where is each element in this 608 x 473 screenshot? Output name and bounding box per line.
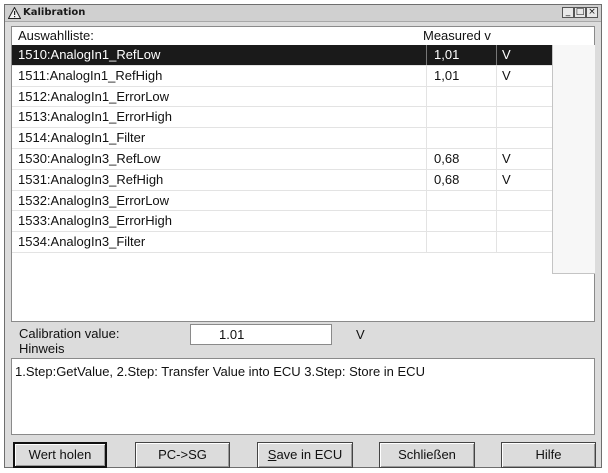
pc-to-sg-button[interactable]: PC->SG <box>135 442 230 468</box>
list-header-name: Auswahlliste: <box>18 28 94 43</box>
hint-label: Hinweis <box>19 341 65 356</box>
list-side-column <box>552 45 595 274</box>
list-item-unit: V <box>502 67 511 83</box>
column-divider <box>426 211 427 232</box>
save-label-rest: ave in ECU <box>276 447 343 462</box>
close-window-button[interactable]: × <box>586 7 598 18</box>
hint-text: 1.Step:GetValue, 2.Step: Transfer Value … <box>15 364 425 379</box>
list-item[interactable]: 1511:AnalogIn1_RefHigh 1,01 V <box>12 65 552 87</box>
list-item-name: 1511:AnalogIn1_RefHigh <box>18 67 163 83</box>
list-item-name: 1532:AnalogIn3_ErrorLow <box>18 192 170 208</box>
get-value-label: Wert holen <box>28 447 92 462</box>
column-divider <box>496 190 497 211</box>
column-divider <box>496 169 497 190</box>
list-item-measured-value: 1,01 <box>434 67 460 83</box>
column-divider <box>496 107 497 128</box>
list-item[interactable]: 1530:AnalogIn3_RefLow 0,68 V <box>12 148 552 170</box>
list-item[interactable]: 1512:AnalogIn1_ErrorLow <box>12 86 552 108</box>
list-item[interactable]: 1531:AnalogIn3_RefHigh 0,68 V <box>12 169 552 191</box>
window-title: Kalibration <box>23 7 86 18</box>
column-divider <box>426 128 427 148</box>
save-in-ecu-button[interactable]: Save in ECU <box>257 442 353 468</box>
title-bar[interactable]: Kalibration _ □ × <box>5 5 601 22</box>
column-divider <box>496 45 497 65</box>
list-item-name: 1530:AnalogIn3_RefLow <box>18 150 161 166</box>
column-divider <box>426 148 427 169</box>
list-item[interactable]: 1514:AnalogIn1_Filter <box>12 128 552 149</box>
minimize-button[interactable]: _ <box>562 7 574 18</box>
column-divider <box>496 86 497 107</box>
list-item-name: 1534:AnalogIn3_Filter <box>18 234 146 250</box>
list-item[interactable]: 1510:AnalogIn1_RefLow 1,01 V <box>12 45 552 66</box>
column-divider <box>426 86 427 107</box>
list-item-unit: V <box>502 171 511 187</box>
selection-list[interactable]: Auswahlliste: Measured v 1510:AnalogIn1_… <box>11 26 595 322</box>
column-divider <box>426 45 427 65</box>
get-value-button[interactable]: Wert holen <box>13 442 107 468</box>
list-item-measured-value: 0,68 <box>434 171 460 187</box>
calibration-unit: V <box>356 327 365 342</box>
list-item[interactable]: 1513:AnalogIn1_ErrorHigh <box>12 107 552 129</box>
column-divider <box>496 211 497 232</box>
column-divider <box>496 65 497 86</box>
hint-text-box: 1.Step:GetValue, 2.Step: Transfer Value … <box>11 358 595 435</box>
maximize-button[interactable]: □ <box>574 7 586 18</box>
column-divider <box>426 169 427 190</box>
list-item[interactable]: 1533:AnalogIn3_ErrorHigh <box>12 211 552 233</box>
list-item-name: 1531:AnalogIn3_RefHigh <box>18 171 164 187</box>
help-label: Hilfe <box>535 447 562 462</box>
warning-triangle-icon <box>8 7 21 19</box>
help-button[interactable]: Hilfe <box>501 442 596 468</box>
list-item-unit: V <box>502 150 511 166</box>
close-button[interactable]: Schließen <box>379 442 475 468</box>
list-header-measured: Measured v <box>423 28 491 43</box>
list-item-name: 1514:AnalogIn1_Filter <box>18 130 146 146</box>
column-divider <box>496 232 497 252</box>
list-item-name: 1512:AnalogIn1_ErrorLow <box>18 88 170 104</box>
column-divider <box>426 232 427 252</box>
list-item-name: 1513:AnalogIn1_ErrorHigh <box>18 109 172 125</box>
list-item[interactable]: 1534:AnalogIn3_Filter <box>12 232 552 253</box>
calibration-value-label: Calibration value: <box>19 326 120 341</box>
close-label: Schließen <box>398 447 456 462</box>
list-item-measured-value: 1,01 <box>434 47 460 62</box>
list-item-name: 1510:AnalogIn1_RefLow <box>18 47 161 62</box>
column-divider <box>426 107 427 128</box>
list-rows: 1510:AnalogIn1_RefLow 1,01 V 1511:AnalogIn1… <box>12 45 552 253</box>
column-divider <box>426 190 427 211</box>
window-controls: _ □ × <box>562 7 598 18</box>
kalibration-window: Kalibration _ □ × Auswahlliste: Measured… <box>4 4 602 468</box>
pc-to-sg-label: PC->SG <box>158 447 207 462</box>
list-item[interactable]: 1532:AnalogIn3_ErrorLow <box>12 190 552 212</box>
column-divider <box>496 128 497 148</box>
list-item-name: 1533:AnalogIn3_ErrorHigh <box>18 213 172 229</box>
calibration-value-input[interactable]: 1.01 <box>190 324 332 345</box>
list-header: Auswahlliste: Measured v <box>12 27 594 45</box>
column-divider <box>496 148 497 169</box>
list-item-measured-value: 0,68 <box>434 150 460 166</box>
list-item-unit: V <box>502 47 511 62</box>
column-divider <box>426 65 427 86</box>
